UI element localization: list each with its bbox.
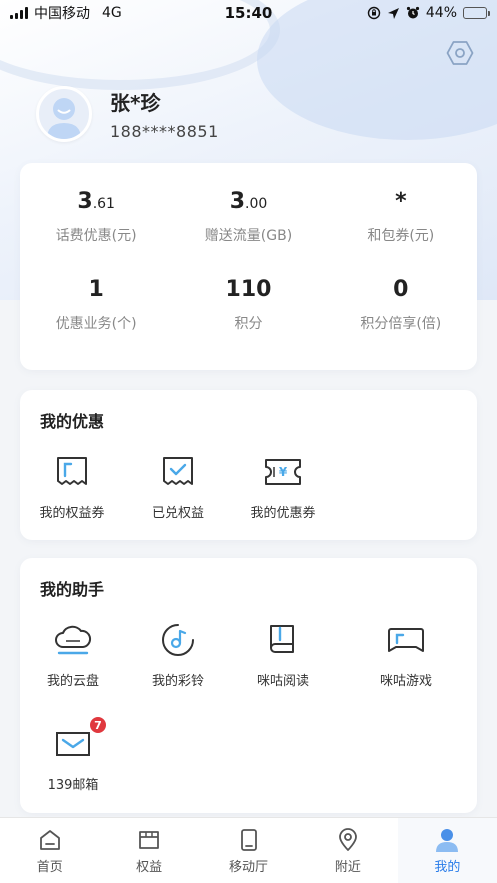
stat-label: 赠送流量(GB) xyxy=(204,228,293,244)
user-icon xyxy=(436,829,459,852)
mail-icon xyxy=(56,732,90,756)
cloud-drive-item[interactable]: 我的云盘 xyxy=(23,620,123,689)
section-title: 我的优惠 xyxy=(40,412,105,431)
my-coupons-item[interactable]: ¥ 我的优惠券 xyxy=(233,452,333,521)
status-bar: 中国移动 4G 15:40 44% xyxy=(0,0,497,26)
svg-text:¥: ¥ xyxy=(279,465,288,479)
tab-home[interactable]: 首页 xyxy=(0,818,99,883)
book-icon xyxy=(270,625,294,653)
item-label: 139邮箱 xyxy=(47,778,99,793)
user-phone: 188****8851 xyxy=(110,122,219,141)
my-benefit-coupons-item[interactable]: 我的权益券 xyxy=(22,452,122,521)
stat-discount-services[interactable]: 1 优惠业务(个) xyxy=(20,277,172,365)
stat-value: * xyxy=(395,189,407,214)
shop-icon xyxy=(139,831,160,849)
stat-points[interactable]: 110 积分 xyxy=(172,277,324,365)
carrier-label: 中国移动 xyxy=(34,6,90,22)
tab-benefits[interactable]: 权益 xyxy=(99,818,198,883)
stat-value: 0 xyxy=(393,277,409,302)
tab-label: 首页 xyxy=(36,860,63,875)
user-name: 张*珍 xyxy=(110,91,161,115)
stat-value: 110 xyxy=(225,277,272,302)
tab-mine[interactable]: 我的 xyxy=(397,818,497,883)
stat-label: 优惠业务(个) xyxy=(55,316,137,332)
ringtone-icon xyxy=(162,624,194,656)
item-label: 我的云盘 xyxy=(46,674,99,689)
item-label: 咪咕阅读 xyxy=(256,674,309,689)
account-stats-card: 3.61 话费优惠(元) 3.00 赠送流量(GB) * 和包券(元) 1 优惠… xyxy=(20,163,477,370)
redeemed-icon xyxy=(163,457,193,485)
location-arrow-icon xyxy=(387,7,399,19)
stat-label: 话费优惠(元) xyxy=(55,228,137,244)
tab-label: 权益 xyxy=(136,860,163,875)
ringtone-item[interactable]: 我的彩铃 xyxy=(128,620,228,689)
stat-value: 1 xyxy=(88,277,104,302)
139-mail-item[interactable]: 7 139邮箱 xyxy=(23,716,123,793)
game-icon xyxy=(388,628,424,652)
item-label: 我的优惠券 xyxy=(250,506,316,521)
alarm-icon xyxy=(406,6,419,19)
tab-label: 我的 xyxy=(434,860,461,875)
battery-icon xyxy=(463,7,490,19)
settings-button[interactable] xyxy=(445,38,475,68)
settings-hexagon-icon xyxy=(446,41,474,65)
item-label: 已兑权益 xyxy=(151,506,204,521)
tab-mobile-hall[interactable]: 移动厅 xyxy=(199,818,298,883)
stat-decimal: .00 xyxy=(245,196,268,212)
unread-badge: 7 xyxy=(89,716,107,734)
stat-label: 积分倍享(倍) xyxy=(360,316,442,332)
stat-bonus-data[interactable]: 3.00 赠送流量(GB) xyxy=(172,189,324,277)
tab-nearby[interactable]: 附近 xyxy=(298,818,397,883)
migu-reading-item[interactable]: 咪咕阅读 xyxy=(233,620,333,689)
network-label: 4G xyxy=(102,5,122,21)
my-offers-card: 我的优惠 我的权益券 已兑权益 ¥ 我的优惠券 xyxy=(20,390,477,540)
item-label: 咪咕游戏 xyxy=(379,674,432,689)
home-icon xyxy=(39,830,60,850)
profile-header[interactable]: 张*珍 188****8851 xyxy=(36,86,219,142)
stat-label: 积分 xyxy=(234,316,263,332)
item-label: 我的彩铃 xyxy=(151,674,204,689)
avatar[interactable] xyxy=(36,86,92,142)
stat-label: 和包券(元) xyxy=(367,228,435,244)
my-helper-card: 我的助手 我的云盘 我的彩铃 咪咕阅读 咪咕游戏 7 139邮箱 xyxy=(20,558,477,813)
cloud-drive-icon xyxy=(55,625,92,655)
bottom-tab-bar: 首页 权益 移动厅 附近 我的 xyxy=(0,817,497,883)
migu-games-item[interactable]: 咪咕游戏 xyxy=(356,620,456,689)
section-title: 我的助手 xyxy=(40,580,105,599)
yen-ticket-icon: ¥ xyxy=(265,459,301,485)
stat-value: 3 xyxy=(229,189,246,214)
lock-rotation-icon xyxy=(367,6,381,20)
status-time: 15:40 xyxy=(224,4,273,22)
item-label: 我的权益券 xyxy=(39,506,105,521)
tab-label: 附近 xyxy=(334,860,361,875)
redeemed-benefits-item[interactable]: 已兑权益 xyxy=(128,452,228,521)
tab-label: 移动厅 xyxy=(229,860,269,875)
stat-hebao-coupon[interactable]: * 和包券(元) xyxy=(325,189,477,277)
avatar-face-icon xyxy=(47,98,81,139)
stat-call-discount[interactable]: 3.61 话费优惠(元) xyxy=(20,189,172,277)
coupon-icon xyxy=(57,457,87,485)
phone-icon xyxy=(240,829,257,851)
stat-decimal: .61 xyxy=(92,196,115,212)
signal-icon xyxy=(10,7,28,19)
stat-value: 3 xyxy=(77,189,93,214)
location-icon xyxy=(339,828,357,851)
stat-points-multiplier[interactable]: 0 积分倍享(倍) xyxy=(325,277,477,365)
battery-percent: 44% xyxy=(425,5,457,21)
